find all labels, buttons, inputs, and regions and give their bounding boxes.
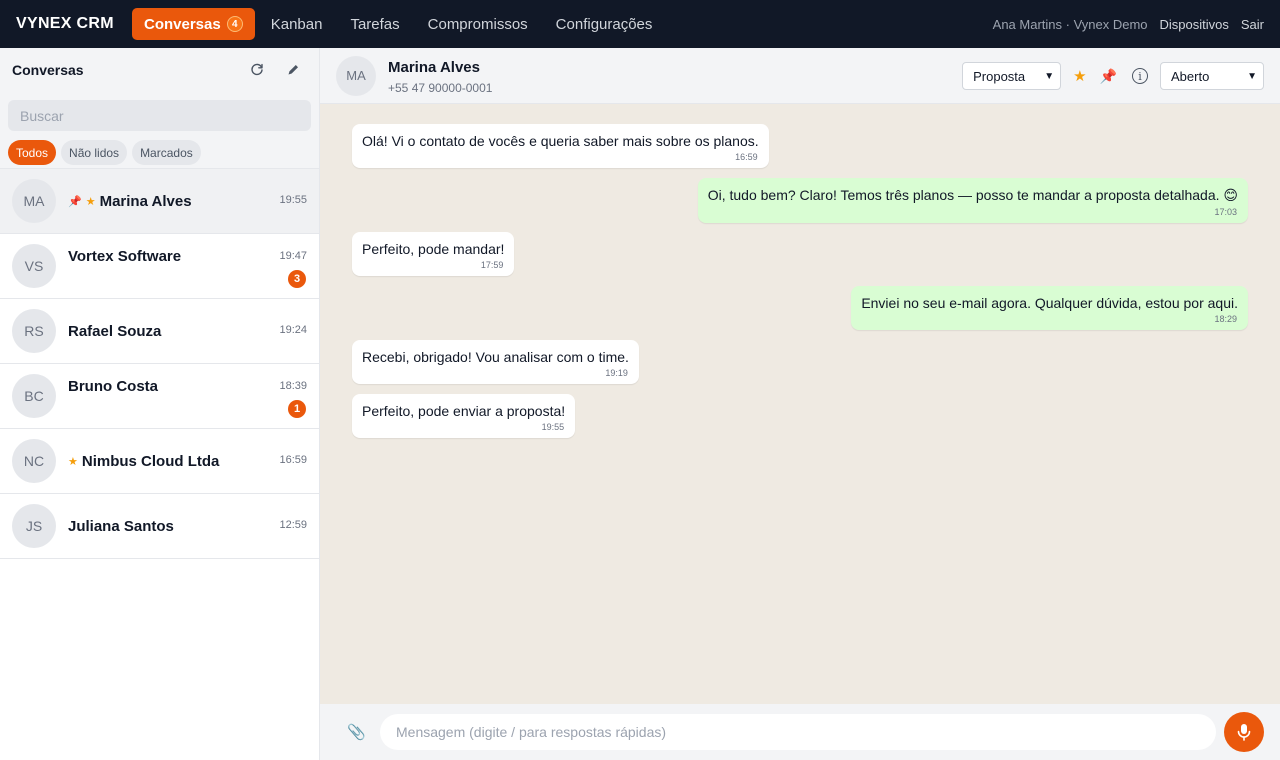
top-navigation-bar: VYNEX CRM Conversas 4 Kanban Tarefas Com… (0, 0, 1280, 48)
logout-link[interactable]: Sair (1241, 17, 1264, 32)
message-text: Perfeito, pode mandar! (362, 241, 505, 257)
filter-nao-lidos[interactable]: Não lidos (61, 140, 128, 165)
conversation-item-bruno-costa[interactable]: BC Bruno Costa 18:39 1 (0, 364, 319, 429)
message-incoming: Recebi, obrigado! Vou analisar com o tim… (352, 340, 639, 384)
message-time: 18:29 (1214, 314, 1237, 324)
conversation-time: 12:59 (279, 519, 307, 531)
microphone-icon (1237, 724, 1251, 741)
brand-logo[interactable]: VYNEX CRM (16, 15, 132, 33)
nav-item-configuracoes[interactable]: Configurações (542, 8, 667, 40)
filter-todos[interactable]: Todos (8, 140, 57, 165)
chat-header-controls: Proposta ▼ ★ 📌 i Aberto ▼ (962, 62, 1264, 90)
conversation-name: 📌 ★ Marina Alves (68, 193, 192, 210)
contact-phone: +55 47 90000-0001 (388, 81, 493, 95)
message-time: 19:19 (605, 368, 628, 378)
refresh-glyph (251, 63, 263, 76)
stage-select[interactable]: Proposta ▼ (962, 62, 1062, 90)
conversation-item-vortex-software[interactable]: VS Vortex Software 19:47 3 (0, 234, 319, 299)
conversation-item-marina-alves[interactable]: MA 📌 ★ Marina Alves 19:55 (0, 169, 319, 234)
avatar: BC (12, 374, 56, 418)
conversation-time: 19:24 (279, 324, 307, 336)
avatar: RS (12, 309, 56, 353)
sidebar-header: Conversas (0, 48, 319, 92)
star-icon[interactable]: ★ (1073, 67, 1086, 85)
conversation-name: Vortex Software (68, 248, 182, 265)
pin-icon[interactable]: 📌 (1100, 68, 1117, 85)
message-composer: 📎 (320, 704, 1280, 760)
main-nav: Conversas 4 Kanban Tarefas Compromissos … (132, 0, 666, 48)
nav-item-label: Conversas (144, 15, 221, 33)
unread-badge: 1 (288, 400, 306, 418)
refresh-icon[interactable] (249, 60, 265, 80)
conversation-name: ★ Nimbus Cloud Ltda (68, 453, 219, 470)
conversation-sidebar: Conversas Todos Não lidos Marcados MA 📌 … (0, 48, 320, 760)
message-list: Olá! Vi o contato de vocês e queria sabe… (320, 104, 1280, 704)
contact-name: Marina Alves (388, 59, 480, 76)
filter-chips: Todos Não lidos Marcados (0, 136, 319, 169)
chevron-down-icon: ▼ (1247, 70, 1257, 82)
message-incoming: Perfeito, pode enviar a proposta! 19:55 (352, 394, 576, 438)
current-user-label: Ana Martins · Vynex Demo (992, 16, 1148, 32)
message-incoming: Perfeito, pode mandar! 17:59 (352, 232, 515, 276)
devices-link[interactable]: Dispositivos (1160, 17, 1229, 32)
status-select-value: Aberto (1171, 68, 1210, 84)
conversation-name-text: Nimbus Cloud Ltda (81, 452, 220, 470)
user-area: Ana Martins · Vynex Demo Dispositivos Sa… (993, 0, 1264, 48)
nav-item-compromissos[interactable]: Compromissos (414, 8, 542, 40)
conversation-time: 19:55 (279, 194, 307, 206)
message-incoming: Olá! Vi o contato de vocês e queria sabe… (352, 124, 769, 168)
conversation-name: Bruno Costa (68, 378, 158, 395)
chat-panel: MA Marina Alves +55 47 90000-0001 Propos… (320, 48, 1280, 760)
microphone-button[interactable] (1224, 712, 1264, 752)
message-outgoing: Oi, tudo bem? Claro! Temos três planos —… (697, 178, 1248, 223)
message-time: 17:59 (480, 260, 504, 270)
chat-header: MA Marina Alves +55 47 90000-0001 Propos… (320, 48, 1280, 104)
conversation-time: 16:59 (279, 454, 307, 466)
conversation-item-juliana-santos[interactable]: JS Juliana Santos 12:59 (0, 494, 319, 559)
avatar: JS (12, 504, 56, 548)
message-text: Recebi, obrigado! Vou analisar com o tim… (362, 349, 629, 365)
stage-select-value: Proposta (973, 68, 1026, 84)
message-time: 17:03 (1214, 207, 1237, 217)
search-input[interactable] (8, 100, 311, 131)
attach-icon[interactable]: 📎 (347, 723, 366, 741)
nav-item-tarefas[interactable]: Tarefas (336, 8, 413, 40)
message-text: Enviei no seu e-mail agora. Qualquer dúv… (861, 295, 1238, 311)
conversation-name-text: Marina Alves (99, 192, 192, 210)
sidebar-title: Conversas (12, 62, 84, 78)
nav-item-conversas[interactable]: Conversas 4 (132, 8, 255, 40)
conversation-item-nimbus-cloud[interactable]: NC ★ Nimbus Cloud Ltda 16:59 (0, 429, 319, 494)
search-area (0, 92, 319, 136)
nav-item-kanban[interactable]: Kanban (257, 8, 337, 40)
avatar: NC (12, 439, 56, 483)
contact-avatar: MA (336, 55, 376, 96)
conversation-item-rafael-souza[interactable]: RS Rafael Souza 19:24 (0, 299, 319, 364)
status-select[interactable]: Aberto ▼ (1160, 62, 1264, 90)
pencil-glyph (288, 65, 298, 75)
conversation-name: Rafael Souza (68, 322, 162, 340)
star-icon: ★ (68, 455, 78, 468)
message-input[interactable] (380, 714, 1216, 750)
unread-badge: 3 (288, 270, 306, 288)
message-time: 19:55 (541, 422, 565, 432)
info-icon[interactable]: i (1132, 68, 1148, 84)
message-time: 16:59 (735, 152, 758, 162)
message-text: Perfeito, pode enviar a proposta! (362, 403, 566, 419)
pin-icon: 📌 (68, 195, 82, 208)
message-outgoing: Enviei no seu e-mail agora. Qualquer dúv… (851, 286, 1248, 330)
conversation-time: 19:47 (279, 250, 307, 262)
chevron-down-icon: ▼ (1044, 70, 1055, 82)
avatar: MA (12, 179, 56, 223)
avatar: VS (12, 244, 56, 288)
new-conversation-icon[interactable] (285, 60, 301, 80)
unread-count-badge: 4 (226, 16, 243, 32)
conversation-time: 18:39 (279, 380, 307, 392)
message-text: Oi, tudo bem? Claro! Temos três planos —… (707, 187, 1238, 203)
star-icon: ★ (85, 195, 96, 208)
filter-marcados[interactable]: Marcados (132, 140, 201, 165)
message-text: Olá! Vi o contato de vocês e queria sabe… (362, 133, 759, 149)
conversation-name: Juliana Santos (68, 517, 174, 535)
